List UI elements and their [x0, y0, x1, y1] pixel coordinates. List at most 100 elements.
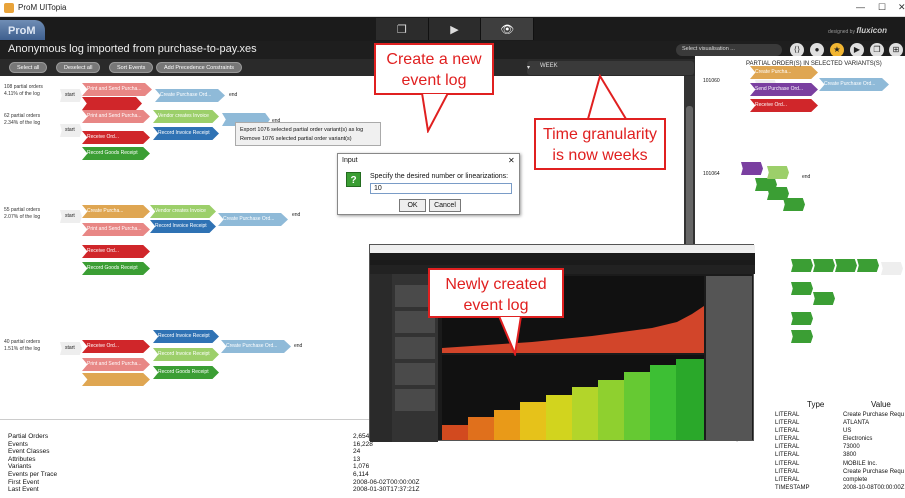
add-precedence-constraints-button[interactable]: Add Precedence Constraints — [156, 62, 243, 73]
activity-node[interactable]: Print and Send Purcha... — [82, 83, 152, 96]
variant-group-info: 62 partial orders 2.34% of the log — [4, 113, 41, 126]
activity-node[interactable]: Record Invoice Receipt — [153, 127, 219, 140]
variant-group-info: 108 partial orders 4.11% of the log — [4, 84, 43, 97]
views-tab[interactable]: 👁 — [481, 18, 535, 40]
variant-id: 101064 — [703, 171, 720, 177]
activity-node[interactable] — [791, 312, 813, 325]
activity-node[interactable] — [791, 330, 813, 343]
start-node[interactable]: start — [60, 124, 82, 137]
activity-node[interactable] — [82, 97, 142, 110]
stats-labels: Partial Orders Events Event Classes Attribu… — [8, 433, 58, 494]
ok-button[interactable]: OK — [399, 199, 426, 212]
input-dialog: Input ✕ ? Specify the desired number or … — [337, 153, 520, 215]
activity-node[interactable]: Receive Ord... — [82, 245, 150, 258]
activity-node[interactable] — [813, 259, 835, 272]
activity-node[interactable]: Vendor creates Invoice — [150, 205, 216, 218]
callout-pointer — [497, 316, 523, 356]
activity-node[interactable] — [783, 198, 805, 211]
copy-icon[interactable]: ❐ — [870, 43, 884, 57]
activity-node[interactable]: Receive Ord... — [82, 340, 150, 353]
activity-node[interactable]: Create Purcha... — [82, 205, 150, 218]
activity-node[interactable]: Send Purchase Ord... — [750, 83, 818, 96]
callout-pointer — [420, 93, 450, 133]
activity-node[interactable]: Record Goods Receipt — [82, 262, 150, 275]
context-menu: Export 1076 selected partial order varia… — [235, 122, 381, 146]
activity-node[interactable]: Create Purchase Ord... — [155, 89, 225, 102]
grid-icon[interactable]: ⊞ — [889, 43, 903, 57]
actions-tab[interactable]: ▶ — [428, 18, 482, 40]
end-node[interactable]: end — [229, 92, 237, 98]
activity-node[interactable]: Record Invoice Receipt — [153, 348, 219, 361]
workspace-icon: ❐ — [396, 23, 407, 36]
callout-granularity: Time granularity is now weeks — [534, 118, 666, 170]
end-node[interactable]: end — [802, 174, 810, 180]
activity-node[interactable] — [791, 259, 813, 272]
scrollbar-thumb[interactable] — [686, 106, 693, 256]
deselect-all-button[interactable]: Deselect all — [56, 62, 101, 73]
activity-node[interactable] — [857, 259, 879, 272]
start-node[interactable]: start — [60, 89, 82, 102]
cancel-button[interactable]: Cancel — [429, 199, 461, 212]
start-node[interactable]: start — [60, 210, 82, 223]
thumbnail-inspector — [706, 276, 752, 440]
drop-icon[interactable]: ● — [810, 43, 824, 57]
workspace-tab[interactable]: ❐ — [376, 18, 429, 40]
menu-item-export-log[interactable]: Export 1076 selected partial order varia… — [240, 126, 376, 135]
activity-node[interactable] — [813, 292, 835, 305]
activity-node[interactable]: Receive Ord... — [750, 99, 818, 112]
activity-node[interactable]: Record Goods Receipt — [153, 366, 219, 379]
column-header: Type — [807, 401, 825, 409]
eye-icon: 👁 — [500, 23, 515, 36]
granularity-value: WEEK — [540, 63, 558, 69]
menu-item-remove-variants[interactable]: Remove 1076 selected partial order varia… — [240, 135, 376, 144]
column-header: Value — [871, 401, 891, 409]
thumbnail-card — [395, 389, 435, 411]
thumbnail-titlebar — [370, 245, 755, 253]
callout-create-log: Create a new event log — [374, 43, 494, 95]
activity-node[interactable]: Receive Ord... — [82, 131, 150, 144]
play-circle-icon[interactable]: ▶ — [850, 43, 864, 57]
activity-node[interactable]: Record Invoice Receipt — [150, 220, 216, 233]
activity-node[interactable]: Vendor creates Invoice — [153, 110, 219, 123]
minimize-button[interactable]: — — [856, 2, 865, 12]
end-node[interactable]: end — [294, 343, 302, 349]
linearizations-input[interactable]: 10 — [370, 183, 512, 194]
select-all-button[interactable]: Select all — [9, 62, 48, 73]
thumbnail-sidebar — [370, 274, 392, 442]
activity-node[interactable] — [835, 259, 857, 272]
thumbnail-header — [370, 253, 755, 265]
stats-values: 2,654 16,228 24 13 1,076 6,114 2008-06-02T00:… — [353, 433, 420, 494]
maximize-button[interactable]: ☐ — [878, 2, 886, 13]
close-icon[interactable]: ✕ — [508, 156, 515, 165]
variant-group-info: 40 partial orders 1.51% of the log — [4, 339, 41, 352]
sort-events-button[interactable]: Sort Events — [109, 62, 154, 73]
star-icon[interactable]: ★ — [830, 43, 844, 57]
activity-node[interactable]: Record Invoice Receipt — [153, 330, 219, 343]
activity-node[interactable]: Print and Send Purcha... — [82, 358, 150, 371]
activity-node[interactable]: Print and Send Purcha... — [82, 110, 150, 123]
activity-node[interactable]: Print and Send Purcha... — [82, 223, 150, 236]
activity-node[interactable] — [767, 166, 789, 179]
end-node[interactable]: end — [292, 212, 300, 218]
activity-node[interactable]: Create Purchase Ord... — [819, 78, 889, 91]
end-node[interactable] — [881, 262, 903, 275]
app-icon — [4, 3, 14, 13]
activity-node[interactable]: Create Purchase Ord... — [218, 213, 288, 226]
activity-node[interactable]: Create Purcha... — [750, 66, 818, 79]
play-icon: ▶ — [450, 23, 459, 36]
close-button[interactable]: ✕ — [898, 2, 905, 13]
events-per-case-chart — [442, 355, 704, 440]
start-node[interactable]: start — [60, 342, 82, 355]
activity-node[interactable] — [791, 282, 813, 295]
prom-logo: ProM — [0, 20, 45, 40]
activity-node[interactable] — [82, 373, 150, 386]
window-title: ProM UITopia — [18, 3, 67, 12]
activity-node[interactable] — [741, 162, 763, 175]
code-icon[interactable]: ⟨⟩ — [790, 43, 804, 57]
visualisation-select[interactable]: Select visualisation ... — [676, 44, 782, 56]
activity-node[interactable]: Record Goods Receipt — [82, 147, 150, 160]
callout-pointer — [586, 73, 628, 120]
variant-group-info: 55 partial orders 2.07% of the log — [4, 207, 41, 220]
activity-node[interactable]: Create Purchase Ord... — [221, 340, 291, 353]
window-titlebar: ProM UITopia — ☐ ✕ — [0, 0, 905, 17]
